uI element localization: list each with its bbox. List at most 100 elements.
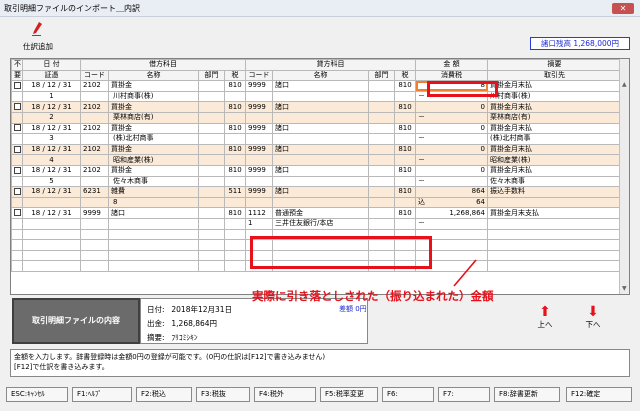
cell-debit-tax[interactable]: 810 xyxy=(224,122,246,135)
cell-credit-sub-dept[interactable] xyxy=(368,196,395,209)
cell-debit-sub-tax[interactable] xyxy=(224,90,246,103)
cell-credit-sub-dept[interactable] xyxy=(368,133,395,145)
cell-credit-code[interactable]: 9999 xyxy=(245,101,273,113)
cell-debit-tax[interactable]: 810 xyxy=(224,80,246,92)
cell-credit-code[interactable]: 9999 xyxy=(245,80,273,92)
cell-debit-sub-tax[interactable] xyxy=(224,154,246,166)
cell-credit-dept[interactable] xyxy=(368,101,395,113)
cell-debit-sub-code[interactable] xyxy=(80,217,109,230)
cell-credit-dept[interactable] xyxy=(368,164,395,177)
cell-voucher[interactable]: 4 xyxy=(22,154,81,166)
cell-partner[interactable] xyxy=(487,196,622,209)
row-checkbox[interactable] xyxy=(11,122,23,135)
cell-debit-sub-code[interactable] xyxy=(80,175,109,188)
table-row[interactable]: 18 / 12 / 31 2102 買掛金 810 9999 諸口 810 0 買掛金月末払 xyxy=(11,101,622,113)
cell-debit-sub-dept[interactable] xyxy=(198,111,225,124)
table-row[interactable]: 18 / 12 / 31 2102 買掛金 810 9999 諸口 810 0 買掛金月末払 xyxy=(11,122,622,135)
cell-debit-dept[interactable] xyxy=(198,186,225,198)
function-key-6[interactable]: F5:税率変更 xyxy=(320,387,378,402)
cell-debit-code[interactable]: 2102 xyxy=(80,101,109,113)
table-row[interactable]: 18 / 12 / 31 2102 買掛金 810 9999 諸口 810 0 買掛金月末払 xyxy=(11,164,622,177)
cell-debit-tax[interactable]: 810 xyxy=(224,207,246,219)
table-row[interactable]: 18 / 12 / 31 2102 買掛金 810 9999 諸口 810 0 買掛金月末払 xyxy=(11,143,622,156)
function-key-2[interactable]: F1:ﾍﾙﾌﾟ xyxy=(72,387,132,402)
cell-tax-amount[interactable]: － xyxy=(415,154,488,166)
close-button[interactable]: ✕ xyxy=(612,3,634,14)
cell-debit-sub[interactable]: 佐々木商事 xyxy=(108,175,199,188)
move-up-button[interactable]: ⬆ 上へ xyxy=(530,305,560,330)
cell-memo[interactable]: 買掛金月末払 xyxy=(487,80,622,92)
cell-partner[interactable]: 昭和産業(株) xyxy=(487,154,622,166)
cell-debit-sub[interactable]: 昭和産業(株) xyxy=(108,154,199,166)
function-key-9[interactable]: F8:辞書更新 xyxy=(494,387,560,402)
cell-debit-sub-tax[interactable] xyxy=(224,196,246,209)
cell-debit-sub-code[interactable] xyxy=(80,154,109,166)
cell-credit-name[interactable]: 諸口 xyxy=(272,122,369,135)
cell-credit-tax[interactable]: 810 xyxy=(394,207,416,219)
cell-credit-sub-tax[interactable] xyxy=(394,196,416,209)
cell-credit-sub-code[interactable]: 1 xyxy=(245,217,273,230)
cell-debit-name[interactable]: 買掛金 xyxy=(108,143,199,156)
cell-amount[interactable]: 1,268,864 xyxy=(415,207,488,219)
cell-partner[interactable]: 佐々木商事 xyxy=(487,175,622,188)
cell-credit-tax[interactable]: 810 xyxy=(394,164,416,177)
cell-memo[interactable]: 振込手数料 xyxy=(487,186,622,198)
function-key-5[interactable]: F4:税外 xyxy=(254,387,316,402)
cell-credit-sub-tax[interactable] xyxy=(394,133,416,145)
checkbox-icon[interactable] xyxy=(14,145,21,153)
cell-debit-dept[interactable] xyxy=(198,101,225,113)
checkbox-icon[interactable] xyxy=(14,166,21,174)
function-key-7[interactable]: F6: xyxy=(382,387,434,402)
cell-credit-dept[interactable] xyxy=(368,122,395,135)
cell-voucher[interactable]: 2 xyxy=(22,111,81,124)
cell-credit-name[interactable]: 諸口 xyxy=(272,80,369,92)
cell-tax-amount[interactable]: － xyxy=(415,217,488,230)
cell-date[interactable]: 18 / 12 / 31 xyxy=(22,164,81,177)
cell-credit-sub[interactable] xyxy=(272,90,369,103)
cell-debit-sub-dept[interactable] xyxy=(198,133,225,145)
table-row-sub[interactable]: 1 三井住友銀行/本店 － xyxy=(11,217,622,230)
cell-credit-sub-code[interactable] xyxy=(245,154,273,166)
vertical-scrollbar[interactable]: ▲ ▼ xyxy=(619,59,629,294)
row-checkbox[interactable] xyxy=(11,143,23,156)
function-key-1[interactable]: ESC:ｷｬﾝｾﾙ xyxy=(6,387,68,402)
table-row-sub[interactable]: 2 栗林商店(有) － 栗林商店(有) xyxy=(11,111,622,124)
row-checkbox[interactable] xyxy=(11,101,23,113)
function-key-4[interactable]: F3:税抜 xyxy=(196,387,250,402)
cell-credit-sub-tax[interactable] xyxy=(394,111,416,124)
cell-credit-dept[interactable] xyxy=(368,186,395,198)
cell-date[interactable]: 18 / 12 / 31 xyxy=(22,80,81,92)
cell-credit-sub-code[interactable] xyxy=(245,196,273,209)
cell-credit-sub[interactable] xyxy=(272,133,369,145)
cell-partner[interactable]: 栗林商店(有) xyxy=(487,111,622,124)
cell-debit-name[interactable]: 買掛金 xyxy=(108,164,199,177)
cell-memo[interactable]: 買掛金月末払 xyxy=(487,122,622,135)
cell-debit-sub-code[interactable] xyxy=(80,90,109,103)
cell-debit-sub-tax[interactable] xyxy=(224,133,246,145)
cell-debit-sub[interactable] xyxy=(108,217,199,230)
cell-debit-sub-code[interactable] xyxy=(80,133,109,145)
cell-debit-dept[interactable] xyxy=(198,122,225,135)
row-checkbox[interactable] xyxy=(11,186,23,198)
cell-debit-sub[interactable]: 8 xyxy=(108,196,199,209)
cell-debit-sub-tax[interactable] xyxy=(224,111,246,124)
cell-debit-sub-dept[interactable] xyxy=(198,217,225,230)
cell-debit-sub-dept[interactable] xyxy=(198,175,225,188)
scroll-up-icon[interactable]: ▲ xyxy=(622,81,627,88)
cell-credit-dept[interactable] xyxy=(368,80,395,92)
move-down-button[interactable]: ⬇ 下へ xyxy=(578,305,608,330)
cell-debit-sub-dept[interactable] xyxy=(198,154,225,166)
cell-amount[interactable]: 0 xyxy=(415,122,488,135)
cell-debit-sub[interactable]: (株)北村商事 xyxy=(108,133,199,145)
cell-credit-name[interactable]: 諸口 xyxy=(272,186,369,198)
cell-partner[interactable]: 川村商事(株) xyxy=(487,90,622,103)
cell-voucher[interactable]: 1 xyxy=(22,90,81,103)
table-row-sub[interactable]: 8 込 64 xyxy=(11,196,622,209)
function-key-10[interactable]: F12:確定 xyxy=(566,387,632,402)
cell-voucher[interactable]: 3 xyxy=(22,133,81,145)
cell-debit-name[interactable]: 雑費 xyxy=(108,186,199,198)
cell-debit-code[interactable]: 2102 xyxy=(80,80,109,92)
add-entry-button[interactable]: 仕訳追加 xyxy=(18,22,58,52)
cell-amount[interactable]: 0 xyxy=(415,101,488,113)
cell-voucher[interactable] xyxy=(22,217,81,230)
